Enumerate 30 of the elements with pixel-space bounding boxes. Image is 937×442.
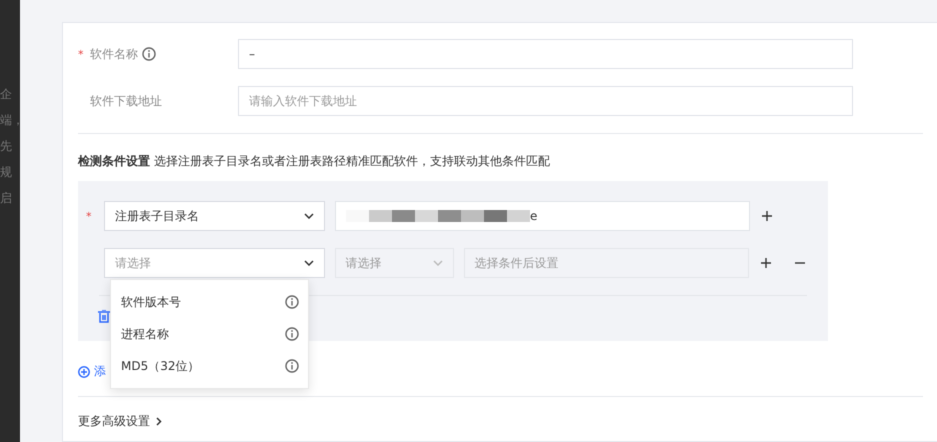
- add-condition-link[interactable]: 添: [94, 363, 106, 380]
- chevron-down-icon: [304, 213, 314, 219]
- advanced-settings-toggle[interactable]: 更多高级设置: [78, 413, 162, 430]
- info-icon: [285, 327, 299, 341]
- dropdown-option[interactable]: MD5（32位）: [111, 350, 308, 382]
- trash-icon[interactable]: [98, 310, 110, 323]
- info-icon: [285, 295, 299, 309]
- background-text: 启: [0, 190, 13, 204]
- section-heading: 检测条件设置 选择注册表子目录名或者注册表路径精准匹配软件，支持联动其他条件匹配: [78, 153, 551, 170]
- add-icon[interactable]: [759, 256, 774, 270]
- add-icon[interactable]: [760, 209, 774, 223]
- dropdown-option[interactable]: 软件版本号: [111, 286, 308, 318]
- condition-value-field[interactable]: e: [335, 201, 750, 231]
- text-field[interactable]: 请输入软件下载地址: [238, 86, 853, 116]
- field-label: 软件名称: [90, 46, 138, 62]
- background-text: 端，: [0, 112, 20, 126]
- chevron-down-icon: [432, 260, 442, 266]
- add-circle-icon[interactable]: [78, 366, 90, 378]
- info-icon: [285, 359, 299, 373]
- text-field[interactable]: –: [238, 39, 853, 69]
- chevron-right-icon: [156, 417, 162, 426]
- required-mark: *: [78, 48, 84, 60]
- field-label: 软件下载地址: [90, 92, 162, 110]
- background-text: 企: [0, 86, 13, 100]
- dropdown-option[interactable]: 进程名称: [111, 318, 308, 350]
- chevron-down-icon: [304, 260, 314, 266]
- background-text: 规: [0, 164, 13, 178]
- background-text: 先: [0, 138, 13, 152]
- condition-type-select[interactable]: 注册表子目录名: [104, 201, 325, 231]
- required-mark: *: [86, 210, 92, 222]
